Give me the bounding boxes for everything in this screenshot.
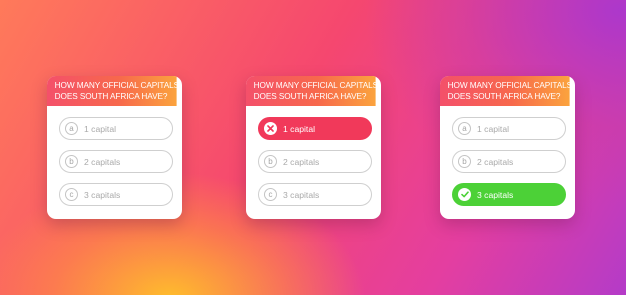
option-letter-badge: a — [458, 122, 471, 135]
answer-options: 1 capital b 2 capitals c 3 capitals — [258, 117, 372, 216]
option-letter-badge: a — [65, 122, 78, 135]
quiz-card-unanswered: HOW MANY OFFICIAL CAPITALS DOES SOUTH AF… — [47, 76, 182, 219]
option-label: 2 capitals — [283, 156, 320, 167]
option-letter-badge: b — [458, 155, 471, 168]
option-label: 1 capital — [283, 123, 316, 134]
option-label: 3 capitals — [283, 189, 320, 200]
answer-option-b[interactable]: b 2 capitals — [258, 150, 372, 173]
answer-options: a 1 capital b 2 capitals 3 capitals — [452, 117, 566, 216]
option-label: 2 capitals — [477, 156, 514, 167]
option-label: 3 capitals — [84, 189, 121, 200]
option-label: 3 capitals — [477, 189, 514, 200]
check-icon — [458, 188, 471, 201]
option-letter-badge: c — [264, 188, 277, 201]
answer-option-b[interactable]: b 2 capitals — [452, 150, 566, 173]
answer-option-c[interactable]: c 3 capitals — [59, 183, 173, 206]
answer-option-a[interactable]: a 1 capital — [59, 117, 173, 140]
answer-option-a-wrong[interactable]: 1 capital — [258, 117, 372, 140]
option-label: 1 capital — [84, 123, 117, 134]
answer-options: a 1 capital b 2 capitals c 3 capitals — [59, 117, 173, 216]
question-header: HOW MANY OFFICIAL CAPITALS DOES SOUTH AF… — [47, 76, 180, 106]
close-icon — [264, 122, 277, 135]
option-label: 1 capital — [477, 123, 510, 134]
option-letter-badge: c — [65, 188, 78, 201]
question-header: HOW MANY OFFICIAL CAPITALS DOES SOUTH AF… — [440, 76, 573, 106]
answer-option-a[interactable]: a 1 capital — [452, 117, 566, 140]
question-line-1: HOW MANY OFFICIAL CAPITALS — [253, 80, 379, 90]
quiz-card-correct-answer: HOW MANY OFFICIAL CAPITALS DOES SOUTH AF… — [440, 76, 575, 219]
answer-option-c[interactable]: c 3 capitals — [258, 183, 372, 206]
option-letter-badge: b — [65, 155, 78, 168]
question-line-1: HOW MANY OFFICIAL CAPITALS — [54, 80, 180, 90]
answer-option-c-correct[interactable]: 3 capitals — [452, 183, 566, 206]
question-line-1: HOW MANY OFFICIAL CAPITALS — [447, 80, 573, 90]
question-line-2: DOES SOUTH AFRICA HAVE? — [447, 90, 561, 101]
question-line-2: DOES SOUTH AFRICA HAVE? — [54, 90, 168, 101]
quiz-card-wrong-answer: HOW MANY OFFICIAL CAPITALS DOES SOUTH AF… — [246, 76, 381, 219]
option-label: 2 capitals — [84, 156, 121, 167]
answer-option-b[interactable]: b 2 capitals — [59, 150, 173, 173]
question-header: HOW MANY OFFICIAL CAPITALS DOES SOUTH AF… — [246, 76, 379, 106]
question-line-2: DOES SOUTH AFRICA HAVE? — [253, 90, 367, 101]
option-letter-badge: b — [264, 155, 277, 168]
